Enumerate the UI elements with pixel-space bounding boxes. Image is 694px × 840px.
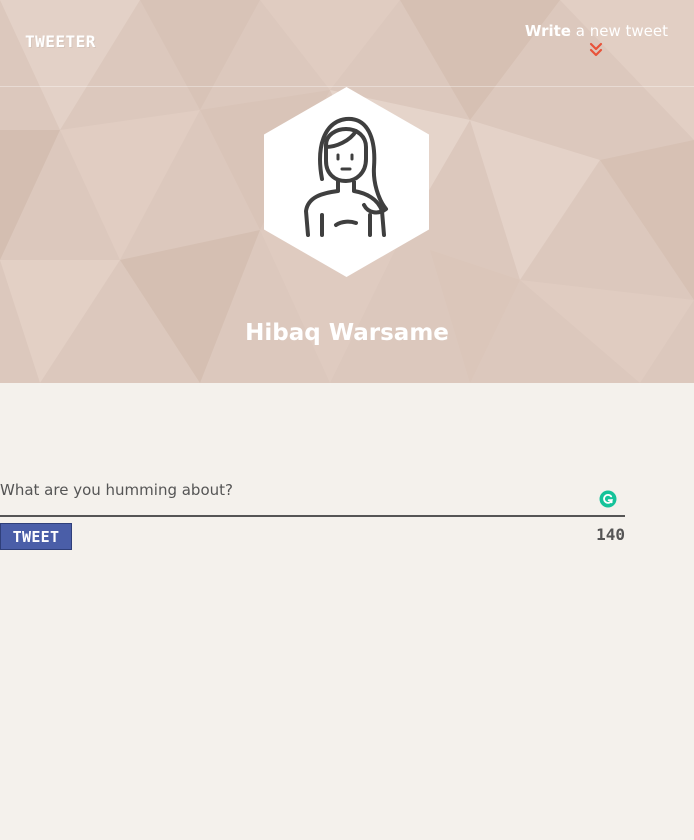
write-label-rest: a new tweet: [575, 22, 668, 40]
brand-logo[interactable]: TWEETER: [25, 32, 96, 51]
page: TWEETER Write a new tweet Hibaq Warsame …: [0, 0, 694, 840]
profile-name: Hibaq Warsame: [245, 320, 449, 346]
avatar: [264, 87, 429, 277]
tweet-submit-button[interactable]: TWEET: [0, 523, 72, 550]
tweet-text-input[interactable]: [0, 465, 625, 517]
double-chevron-down-icon: [590, 42, 603, 57]
write-new-tweet-toggle[interactable]: Write a new tweet: [525, 22, 668, 58]
woman-avatar-icon: [264, 87, 429, 277]
write-label-strong: Write: [524, 22, 571, 40]
character-counter: 140: [596, 525, 625, 544]
write-new-tweet-label: Write a new tweet: [525, 22, 668, 40]
tweet-composer: TWEET 140: [0, 383, 694, 840]
grammarly-icon[interactable]: [599, 490, 617, 508]
profile-header: TWEETER Write a new tweet Hibaq Warsame: [0, 0, 694, 383]
top-navbar: TWEETER Write a new tweet: [0, 0, 694, 87]
